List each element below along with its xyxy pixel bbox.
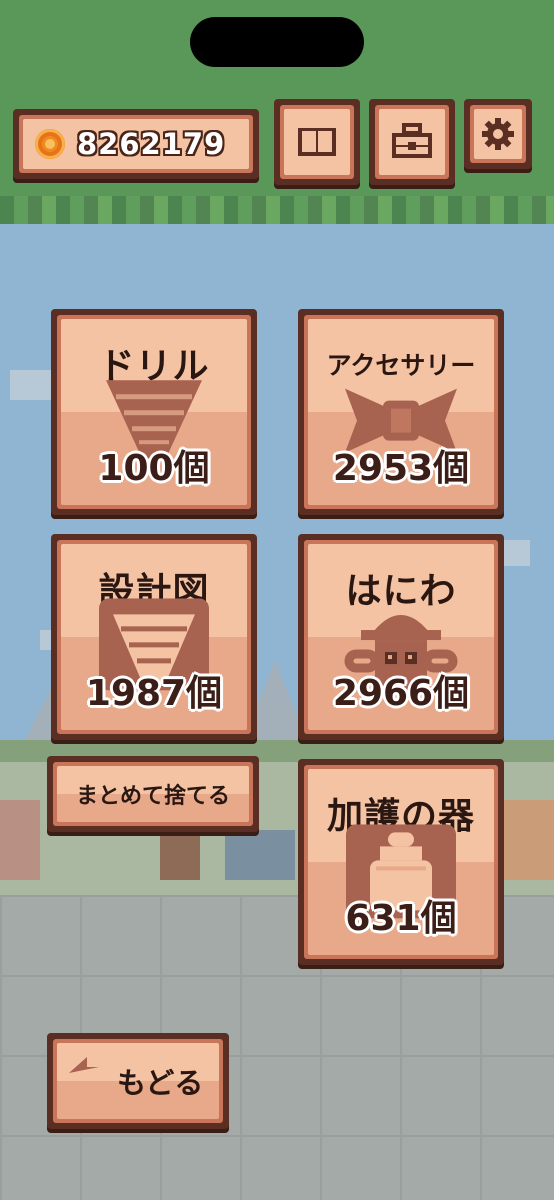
accessory-card[interactable]: アクセサリー 2953個 xyxy=(298,309,504,515)
haniwa-card[interactable]: はにわ 2966個 xyxy=(298,534,504,740)
coin-amount: 8262179 xyxy=(77,127,226,161)
back-arrow-icon xyxy=(69,1057,99,1073)
accessory-title: アクセサリー xyxy=(326,351,476,380)
coin-icon xyxy=(35,129,65,159)
accessory-count: 2953個 xyxy=(332,448,470,489)
toolbox-icon xyxy=(392,123,432,158)
haniwa-count: 2966個 xyxy=(332,673,470,714)
settings-button[interactable] xyxy=(464,99,532,169)
blueprint-card[interactable]: 設計図 1987個 xyxy=(51,534,257,740)
device-notch xyxy=(190,17,364,67)
discard-all-label: まとめて捨てる xyxy=(75,784,230,809)
drill-count: 100個 xyxy=(98,448,210,489)
back-label: もどる xyxy=(117,1066,204,1100)
book-button[interactable] xyxy=(274,99,360,185)
gear-icon xyxy=(482,118,514,150)
book-icon xyxy=(298,128,336,156)
coin-counter: 8262179 xyxy=(13,109,259,179)
drill-card[interactable]: ドリル 100個 xyxy=(51,309,257,515)
back-button[interactable]: もどる xyxy=(47,1033,229,1129)
blueprint-count: 1987個 xyxy=(85,673,223,714)
toolbox-button[interactable] xyxy=(369,99,455,185)
vessel-count: 631個 xyxy=(345,898,457,939)
discard-all-button[interactable]: まとめて捨てる xyxy=(47,756,259,832)
vessel-card[interactable]: 加護の器 631個 xyxy=(298,759,504,965)
